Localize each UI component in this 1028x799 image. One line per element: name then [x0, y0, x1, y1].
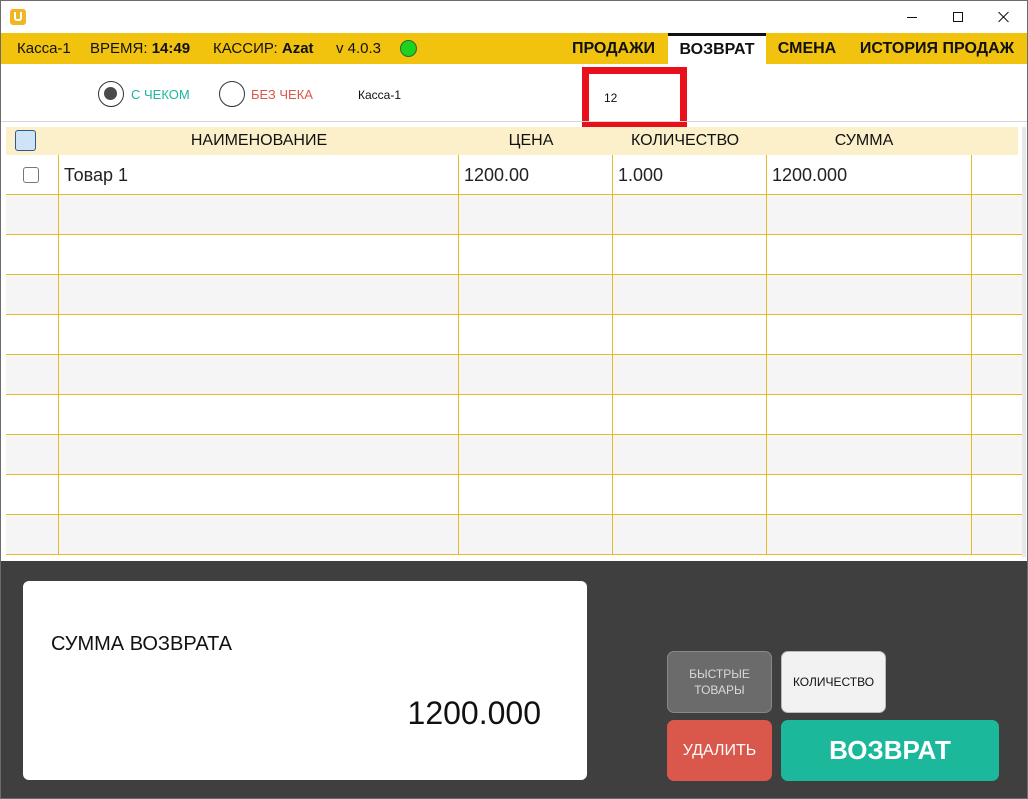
maximize-icon: [953, 12, 963, 22]
minimize-button[interactable]: [889, 1, 935, 33]
cashier-label: КАССИР:: [213, 40, 278, 57]
column-header-sum[interactable]: СУММА: [767, 127, 961, 155]
time-value: 14:49: [151, 40, 191, 57]
items-table: НАИМЕНОВАНИЕ ЦЕНА КОЛИЧЕСТВО СУММА Товар…: [6, 127, 1026, 557]
column-header-name[interactable]: НАИМЕНОВАНИЕ: [59, 127, 459, 155]
time-display: ВРЕМЯ: 14:49: [90, 33, 190, 64]
column-divider: [766, 155, 767, 555]
return-total-value: 1200.000: [407, 695, 541, 731]
return-total-label: СУММА ВОЗВРАТА: [51, 633, 233, 655]
without-receipt-radio[interactable]: [219, 81, 245, 107]
close-button[interactable]: [981, 1, 1027, 33]
table-scrollbar[interactable]: [1022, 127, 1026, 557]
cell-price: 1200.00: [464, 165, 530, 185]
divider: [1, 121, 1027, 122]
table-row[interactable]: [6, 235, 1022, 275]
register-selector[interactable]: Касса-1: [358, 88, 401, 102]
close-icon: [998, 11, 1010, 23]
tab-return[interactable]: ВОЗВРАТ: [668, 33, 766, 64]
column-divider: [58, 155, 59, 555]
with-receipt-radio[interactable]: [98, 81, 124, 107]
quantity-button[interactable]: КОЛИЧЕСТВО: [781, 651, 886, 713]
column-divider: [971, 155, 972, 555]
quick-goods-label-line1: БЫСТРЫЕ: [689, 667, 750, 681]
cashier-display: КАССИР: Azat: [213, 33, 314, 64]
tab-sales-history[interactable]: ИСТОРИЯ ПРОДАЖ: [852, 33, 1022, 64]
cell-name: Товар 1: [64, 165, 128, 185]
return-total-card: СУММА ВОЗВРАТА 1200.000: [23, 581, 587, 780]
maximize-button[interactable]: [935, 1, 981, 33]
cell-quantity: 1.000: [618, 165, 664, 185]
tab-shift[interactable]: СМЕНА: [772, 33, 842, 64]
version-label: v 4.0.3: [336, 40, 382, 57]
table-row[interactable]: [6, 315, 1022, 355]
register-name: Касса-1: [17, 40, 71, 57]
receipt-number-field[interactable]: [582, 67, 687, 128]
tab-sales[interactable]: ПРОДАЖИ: [565, 33, 662, 64]
column-header-quantity[interactable]: КОЛИЧЕСТВО: [613, 127, 757, 155]
minimize-icon: [907, 16, 917, 18]
return-button[interactable]: ВОЗВРАТ: [781, 720, 999, 781]
column-divider: [612, 155, 613, 555]
table-row[interactable]: [6, 355, 1022, 395]
receipt-toolbar: С ЧЕКОМ БЕЗ ЧЕКА Касса-1: [1, 64, 1027, 121]
cell-sum: 1200.000: [772, 165, 848, 185]
quick-goods-label-line2: ТОВАРЫ: [694, 683, 745, 697]
without-receipt-label[interactable]: БЕЗ ЧЕКА: [251, 87, 313, 102]
table-row[interactable]: [6, 435, 1022, 475]
title-bar: [1, 1, 1027, 33]
time-label: ВРЕМЯ:: [90, 40, 148, 57]
quick-goods-label: БЫСТРЫЕ ТОВАРЫ: [689, 666, 750, 698]
column-divider: [458, 155, 459, 555]
app-logo-icon: [10, 9, 26, 25]
table-row[interactable]: [6, 475, 1022, 515]
app-window: Касса-1 ВРЕМЯ: 14:49 КАССИР: Azat v 4.0.…: [0, 0, 1028, 799]
quick-goods-button[interactable]: БЫСТРЫЕ ТОВАРЫ: [667, 651, 772, 713]
delete-button[interactable]: УДАЛИТЬ: [667, 720, 772, 781]
connection-status-icon: [400, 40, 417, 57]
table-row[interactable]: [6, 395, 1022, 435]
table-row[interactable]: [6, 195, 1022, 235]
row-checkbox[interactable]: [23, 167, 39, 183]
top-bar: Касса-1 ВРЕМЯ: 14:49 КАССИР: Azat v 4.0.…: [1, 33, 1027, 64]
table-header: НАИМЕНОВАНИЕ ЦЕНА КОЛИЧЕСТВО СУММА: [6, 127, 1018, 155]
receipt-number-input[interactable]: [589, 74, 680, 121]
select-all-checkbox[interactable]: [15, 130, 36, 151]
cashier-value: Azat: [281, 40, 314, 57]
table-row[interactable]: [6, 275, 1022, 315]
table-row[interactable]: [6, 515, 1022, 555]
column-header-price[interactable]: ЦЕНА: [459, 127, 603, 155]
table-row[interactable]: Товар 1 1200.00 1.000 1200.000: [6, 155, 1022, 195]
with-receipt-label[interactable]: С ЧЕКОМ: [131, 87, 190, 102]
